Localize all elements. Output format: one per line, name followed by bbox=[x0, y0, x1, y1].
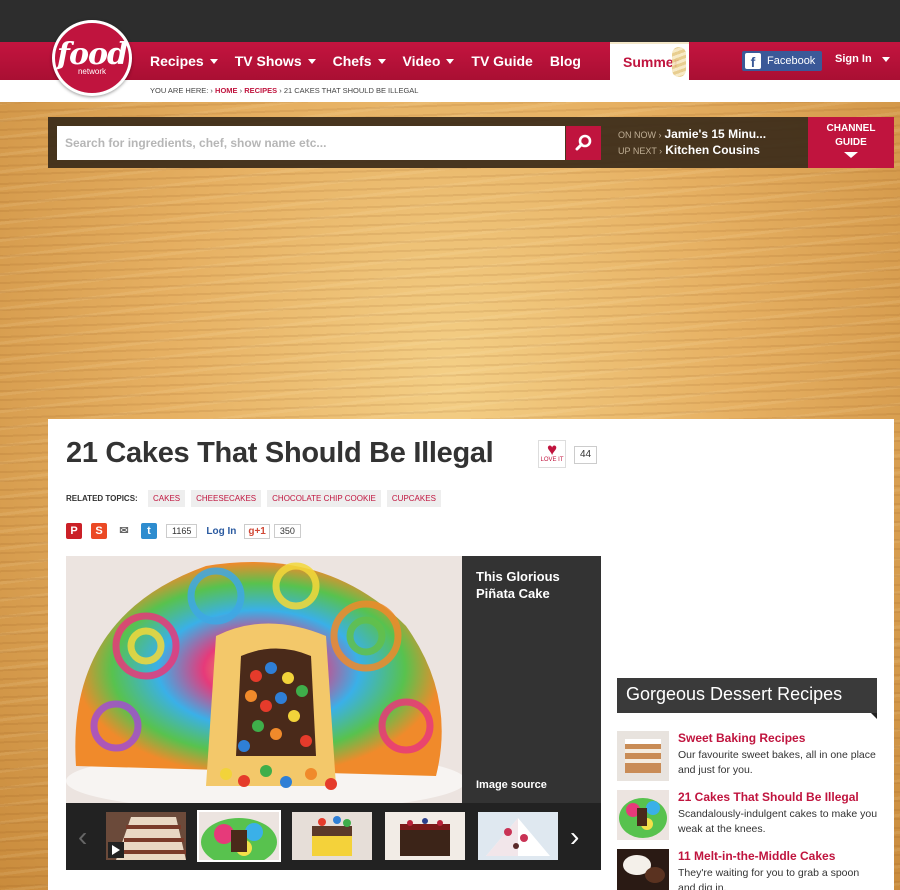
pinterest-icon[interactable]: P bbox=[66, 523, 82, 539]
thumbnail-image bbox=[478, 812, 558, 860]
breadcrumb-home[interactable]: HOME bbox=[215, 86, 238, 95]
share-bar: P S ✉ t 1165 Log In g+1 350 bbox=[66, 523, 310, 539]
nav-summer-label: Summer bbox=[623, 54, 680, 70]
sidebar-item-title[interactable]: 11 Melt-in-the-Middle Cakes bbox=[678, 849, 835, 863]
sidebar-item-description: Scandalously-indulgent cakes to make you… bbox=[678, 808, 878, 835]
thumbnail-image bbox=[617, 849, 669, 890]
sidebar-thumbnail bbox=[617, 849, 669, 890]
nav-items: Recipes TV Shows Chefs Video TV Guide Bl… bbox=[150, 42, 598, 80]
slide-thumbnail[interactable] bbox=[478, 812, 558, 860]
pinata-cake-image bbox=[66, 556, 462, 803]
top-strip bbox=[0, 0, 900, 42]
nav-video-label: Video bbox=[402, 53, 441, 69]
thumbnail-image bbox=[617, 790, 669, 840]
email-icon[interactable]: ✉ bbox=[116, 523, 132, 539]
topic-tag[interactable]: CHEESECAKES bbox=[191, 490, 262, 507]
search-icon bbox=[575, 134, 591, 151]
chevron-down-icon bbox=[844, 152, 858, 158]
tv-now-next: ON NOW › Jamie's 15 Minu... UP NEXT › Kitc… bbox=[618, 127, 766, 159]
nav-chefs-label: Chefs bbox=[332, 53, 372, 69]
sidebar-item-title[interactable]: 21 Cakes That Should Be Illegal bbox=[678, 790, 859, 804]
on-now-show[interactable]: Jamie's 15 Minu... bbox=[665, 127, 767, 142]
slide-thumbnail-active[interactable] bbox=[197, 810, 281, 862]
sidebar-thumbnail bbox=[617, 731, 669, 781]
chevron-down-icon bbox=[881, 56, 890, 62]
sidebar-item-title[interactable]: Sweet Baking Recipes bbox=[678, 731, 805, 745]
slide-caption: This Glorious Piñata Cake Image source bbox=[462, 556, 601, 803]
nav-recipes[interactable]: Recipes bbox=[150, 53, 218, 69]
sidebar-heading: Gorgeous Dessert Recipes bbox=[617, 678, 877, 719]
nav-tv-shows-label: TV Shows bbox=[234, 53, 302, 69]
nav-tv-shows[interactable]: TV Shows bbox=[235, 53, 316, 69]
facebook-label: Facebook bbox=[767, 55, 816, 67]
chevron-left-icon[interactable]: ‹ bbox=[78, 821, 87, 853]
nav-recipes-label: Recipes bbox=[150, 53, 204, 69]
twitter-icon[interactable]: t bbox=[141, 523, 157, 539]
tweet-count: 1165 bbox=[166, 524, 198, 538]
breadcrumb-bar bbox=[0, 80, 900, 102]
breadcrumb-separator: › bbox=[279, 86, 282, 95]
thumbnail-strip: ‹ › bbox=[66, 803, 601, 870]
thumbnail-image bbox=[385, 812, 465, 860]
facebook-icon: f bbox=[745, 53, 761, 70]
nav-blog-label: Blog bbox=[549, 53, 581, 69]
search-button[interactable] bbox=[566, 126, 601, 160]
related-topics-label: RELATED TOPICS: bbox=[66, 494, 138, 503]
image-source-link[interactable]: Image source bbox=[476, 779, 547, 791]
up-next-show[interactable]: Kitchen Cousins bbox=[665, 143, 760, 158]
slide-thumbnail[interactable] bbox=[106, 812, 186, 860]
thumbnail-image bbox=[106, 812, 186, 860]
love-it-label: LOVE IT bbox=[540, 457, 564, 463]
chevron-right-icon[interactable]: › bbox=[570, 821, 579, 853]
breadcrumb-current: 21 CAKES THAT SHOULD BE ILLEGAL bbox=[283, 86, 419, 95]
topic-tag[interactable]: CHOCOLATE CHIP COOKIE bbox=[267, 490, 381, 507]
breadcrumb: YOU ARE HERE: › HOME › RECIPES › 21 CAKE… bbox=[150, 86, 418, 95]
logo-word: food bbox=[57, 36, 128, 72]
thumbnail-image bbox=[292, 812, 372, 860]
chevron-down-icon bbox=[446, 58, 455, 64]
slide-thumbnail[interactable] bbox=[292, 812, 372, 860]
stumbleupon-icon[interactable]: S bbox=[91, 523, 107, 539]
slideshow-image[interactable] bbox=[66, 556, 462, 803]
thumbnail-image bbox=[199, 812, 279, 860]
wheat-icon bbox=[672, 47, 686, 77]
chevron-down-icon bbox=[307, 58, 316, 64]
love-count: 44 bbox=[574, 446, 598, 464]
nav-tv-guide-label: TV Guide bbox=[471, 53, 533, 69]
nav-blog[interactable]: Blog bbox=[550, 53, 581, 69]
logo-sub: network bbox=[77, 66, 106, 76]
channel-guide-label: CHANNEL GUIDE bbox=[826, 123, 876, 148]
sidebar-item-description: Our favourite sweet bakes, all in one pl… bbox=[678, 749, 876, 776]
love-it-button[interactable]: ♥ LOVE IT bbox=[538, 440, 566, 468]
breadcrumb-prefix: YOU ARE HERE: › bbox=[150, 86, 213, 95]
facebook-button[interactable]: f Facebook bbox=[742, 51, 822, 71]
slide-thumbnail[interactable] bbox=[385, 812, 465, 860]
on-now-label: ON NOW › bbox=[618, 130, 662, 140]
up-next-label: UP NEXT › bbox=[618, 146, 663, 156]
chevron-down-icon bbox=[377, 58, 386, 64]
slide-caption-title: This Glorious Piñata Cake bbox=[476, 569, 560, 601]
sidebar-item-description: They're waiting for you to grab a spoon … bbox=[678, 867, 860, 890]
google-plus-count: 350 bbox=[273, 524, 301, 538]
google-plus-button[interactable]: g+1 bbox=[244, 523, 270, 539]
sign-in-label: Sign In bbox=[835, 53, 872, 65]
thumbnail-image bbox=[617, 731, 669, 781]
sign-in-link[interactable]: Sign In bbox=[835, 53, 890, 65]
related-topics: CAKES CHEESECAKES CHOCOLATE CHIP COOKIE … bbox=[148, 490, 447, 507]
page-title: 21 Cakes That Should Be Illegal bbox=[66, 437, 494, 469]
nav-chefs[interactable]: Chefs bbox=[333, 53, 386, 69]
food-network-logo[interactable]: food network bbox=[52, 20, 132, 96]
chevron-down-icon bbox=[209, 58, 218, 64]
channel-guide-button[interactable]: CHANNEL GUIDE bbox=[808, 117, 894, 168]
topic-tag[interactable]: CAKES bbox=[148, 490, 186, 507]
nav-summer[interactable]: Summer bbox=[610, 42, 689, 80]
search-input[interactable] bbox=[57, 126, 565, 160]
sidebar-thumbnail bbox=[617, 790, 669, 840]
breadcrumb-recipes[interactable]: RECIPES bbox=[244, 86, 277, 95]
breadcrumb-separator: › bbox=[239, 86, 243, 95]
nav-tv-guide[interactable]: TV Guide bbox=[471, 53, 532, 69]
topic-tag[interactable]: CUPCAKES bbox=[386, 490, 441, 507]
nav-video[interactable]: Video bbox=[403, 53, 455, 69]
login-link[interactable]: Log In bbox=[206, 526, 236, 537]
